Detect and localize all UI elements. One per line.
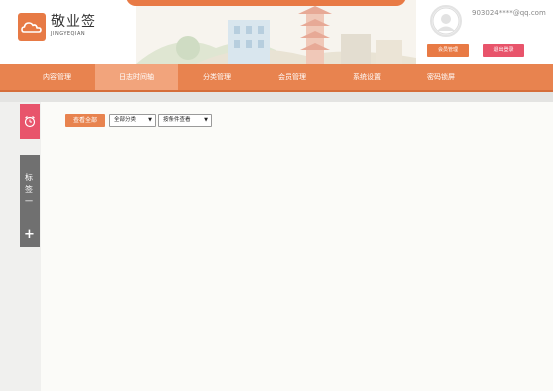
app-name-sub: JINGYEQIAN [51, 31, 86, 37]
nav-item-settings[interactable]: 系统设置 [330, 64, 404, 90]
nav-divider [0, 92, 553, 102]
nav-item-lock-screen[interactable]: 密码锁屏 [404, 64, 478, 90]
top-tab-label: ⌄ [236, 0, 241, 1]
category-select[interactable]: 全部分类 ▼ [109, 114, 156, 127]
app-name: 敬业签 [51, 14, 96, 30]
filter-select-value: 按条件查看 [163, 117, 191, 123]
logout-button[interactable]: 退出登录 [483, 44, 524, 57]
alarm-button[interactable] [20, 104, 40, 139]
main-nav: 内容管理 日志时间轴 分类管理 会员管理 系统设置 密码锁屏 [0, 64, 553, 92]
category-select-value: 全部分类 [114, 117, 137, 123]
add-tag-icon[interactable]: + [24, 228, 35, 242]
user-icon [432, 7, 460, 35]
view-all-button[interactable]: 查看全部 [65, 114, 105, 127]
member-management-button[interactable]: 会员管理 [427, 44, 469, 57]
avatar[interactable] [430, 5, 462, 37]
chevron-down-icon: ▼ [148, 117, 152, 123]
nav-item-content[interactable]: 内容管理 [20, 64, 94, 90]
nav-item-timeline[interactable]: 日志时间轴 [95, 64, 178, 90]
landscape-banner-image [136, 0, 416, 64]
main-content [41, 102, 553, 391]
cloud-logo-icon [18, 13, 46, 41]
username: 903024****@qq.com [472, 9, 546, 17]
filter-select[interactable]: 按条件查看 ▼ [158, 114, 212, 127]
tag-tab-label: 标签一 [25, 173, 33, 206]
alarm-clock-icon [24, 116, 36, 128]
chevron-down-icon: ▼ [204, 117, 208, 123]
nav-item-members[interactable]: 会员管理 [254, 64, 330, 90]
top-pulldown-tab[interactable] [126, 0, 406, 6]
header: 敬业签 JINGYEQIAN ⌄ 903024****@qq.com 会员管理 … [0, 0, 553, 64]
nav-item-categories[interactable]: 分类管理 [180, 64, 254, 90]
